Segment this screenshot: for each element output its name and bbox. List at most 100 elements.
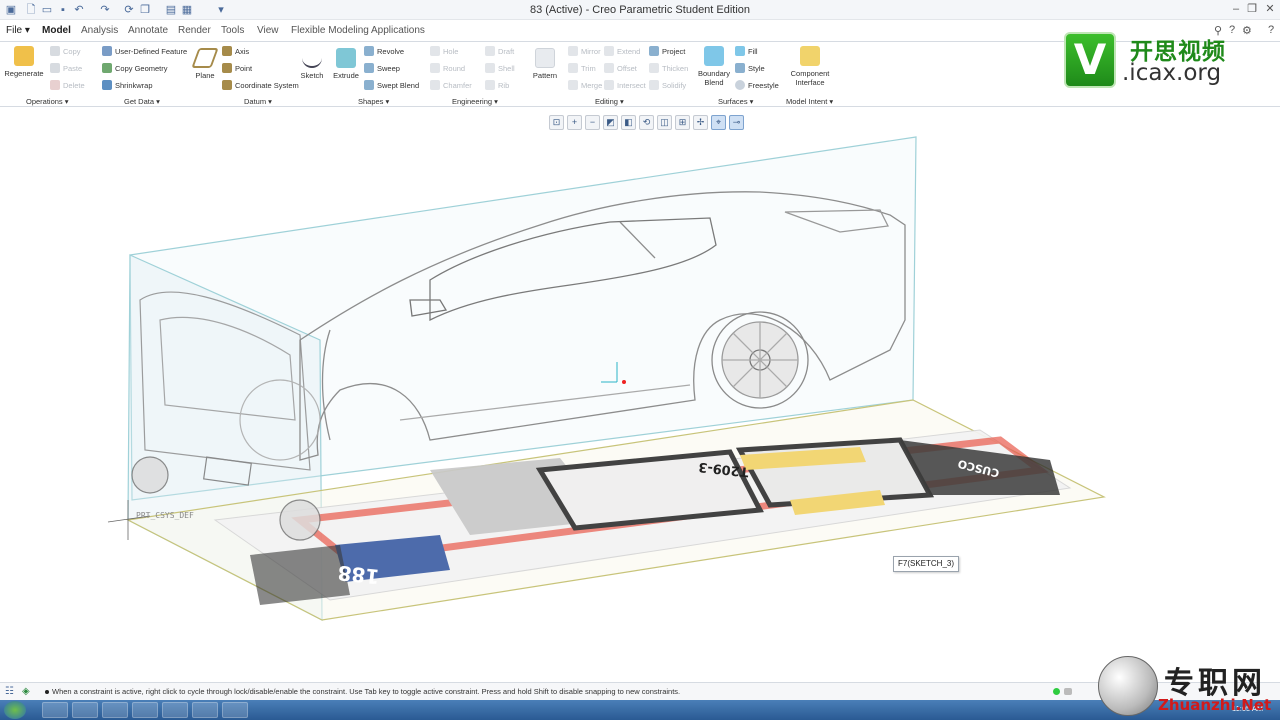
offset-button[interactable]: Offset: [604, 63, 637, 73]
restore-icon[interactable]: ❐: [1244, 2, 1260, 16]
mirror-button[interactable]: Mirror: [568, 46, 601, 56]
solidify-icon: [649, 80, 659, 90]
boundary-blend-icon: [704, 46, 724, 66]
selection-filter-icon[interactable]: [1064, 688, 1072, 695]
taskbar-app-active[interactable]: [222, 702, 248, 718]
datum-display-icon[interactable]: ⊞: [675, 115, 690, 130]
freestyle-button[interactable]: Freestyle: [735, 80, 779, 90]
zoom-in-icon[interactable]: +: [567, 115, 582, 130]
regenerate-icon: [14, 46, 34, 66]
settings-icon[interactable]: ⚙: [1242, 24, 1252, 37]
display-style-icon[interactable]: ◧: [621, 115, 636, 130]
plane-button[interactable]: Plane: [191, 48, 219, 80]
axis-button[interactable]: Axis: [222, 46, 249, 56]
group-surfaces[interactable]: Surfaces ▾: [718, 97, 753, 106]
copy-geometry-button[interactable]: Copy Geometry: [102, 63, 168, 73]
rib-button[interactable]: Rib: [485, 80, 509, 90]
tab-annotate[interactable]: Annotate: [128, 25, 168, 36]
regenerate-label: Regenerate: [4, 69, 44, 78]
revolve-button[interactable]: Revolve: [364, 46, 404, 56]
plane-label: Plane: [195, 71, 215, 80]
sweep-button[interactable]: Sweep: [364, 63, 400, 73]
taskbar-app-notes[interactable]: [102, 702, 128, 718]
graphics-area[interactable]: T209-3 188 CUSCO PRT_CSYS_DEF F7(SKETCH_…: [0, 134, 1280, 678]
group-operations[interactable]: Operations ▾: [26, 97, 69, 106]
repaint-icon[interactable]: ◩: [603, 115, 618, 130]
saved-orientations-icon[interactable]: ⟲: [639, 115, 654, 130]
navigator-toggle-icon[interactable]: ☷: [5, 686, 14, 697]
offset-label: Offset: [617, 63, 637, 73]
taskbar-app-files[interactable]: [192, 702, 218, 718]
taskbar-app-creo[interactable]: [42, 702, 68, 718]
taskbar-app-explorer[interactable]: [72, 702, 98, 718]
style-button[interactable]: Style: [735, 63, 765, 73]
zoom-out-icon[interactable]: −: [585, 115, 600, 130]
group-editing[interactable]: Editing ▾: [595, 97, 624, 106]
tab-render[interactable]: Render: [178, 25, 211, 36]
hole-button[interactable]: Hole: [430, 46, 458, 56]
shell-button[interactable]: Shell: [485, 63, 515, 73]
component-interface-button[interactable]: Component Interface: [788, 46, 832, 87]
taskbar-app-chrome[interactable]: [132, 702, 158, 718]
tab-applications[interactable]: Applications: [371, 25, 425, 36]
round-button[interactable]: Round: [430, 63, 465, 73]
group-datum[interactable]: Datum ▾: [244, 97, 272, 106]
intersect-button[interactable]: Intersect: [604, 80, 646, 90]
tab-file[interactable]: File ▾: [6, 25, 30, 36]
trim-button[interactable]: Trim: [568, 63, 596, 73]
swept-blend-button[interactable]: Swept Blend: [364, 80, 419, 90]
shrinkwrap-button[interactable]: Shrinkwrap: [102, 80, 153, 90]
extrude-button[interactable]: Extrude: [330, 48, 362, 80]
chamfer-icon: [430, 80, 440, 90]
close-icon[interactable]: ✕: [1262, 2, 1278, 16]
point-button[interactable]: Point: [222, 63, 252, 73]
sketch-button[interactable]: Sketch: [298, 48, 326, 80]
taskbar-app-window[interactable]: [162, 702, 188, 718]
boundary-blend-button[interactable]: Boundary Blend: [696, 46, 732, 87]
thicken-button[interactable]: Thicken: [649, 63, 688, 73]
help-circle-icon[interactable]: ?: [1268, 24, 1274, 36]
tab-flexible-modeling[interactable]: Flexible Modeling: [291, 25, 369, 36]
project-button[interactable]: Project: [649, 46, 685, 56]
user-defined-feature-button[interactable]: User-Defined Feature: [102, 46, 187, 56]
udf-label: User-Defined Feature: [115, 46, 188, 56]
axis-icon: [222, 46, 232, 56]
merge-button[interactable]: Merge: [568, 80, 602, 90]
shell-label: Shell: [498, 63, 515, 73]
solidify-label: Solidify: [662, 80, 687, 90]
chamfer-label: Chamfer: [443, 80, 472, 90]
draft-button[interactable]: Draft: [485, 46, 514, 56]
group-model-intent[interactable]: Model Intent ▾: [786, 97, 833, 106]
tab-model[interactable]: Model: [42, 25, 71, 36]
browser-toggle-icon[interactable]: ◈: [22, 686, 30, 697]
pattern-button[interactable]: Pattern: [530, 48, 560, 80]
plane-icon: [191, 48, 219, 68]
group-engineering[interactable]: Engineering ▾: [452, 97, 498, 106]
sweep-label: Sweep: [377, 63, 400, 73]
copy-button[interactable]: Copy: [50, 46, 81, 56]
paste-button[interactable]: Paste: [50, 63, 82, 73]
group-shapes[interactable]: Shapes ▾: [358, 97, 389, 106]
constraint-display-icon[interactable]: ⊸: [729, 115, 744, 130]
spin-center-icon[interactable]: ✢: [693, 115, 708, 130]
group-get-data[interactable]: Get Data ▾: [124, 97, 160, 106]
point-icon: [222, 63, 232, 73]
coordinate-system-button[interactable]: Coordinate System: [222, 80, 299, 90]
trim-label: Trim: [581, 63, 596, 73]
chamfer-button[interactable]: Chamfer: [430, 80, 472, 90]
tab-analysis[interactable]: Analysis: [81, 25, 118, 36]
regenerate-button[interactable]: Regenerate: [4, 46, 44, 78]
sketch-display-icon[interactable]: ⌖: [711, 115, 726, 130]
extend-button[interactable]: Extend: [604, 46, 640, 56]
tab-view[interactable]: View: [257, 25, 279, 36]
solidify-button[interactable]: Solidify: [649, 80, 686, 90]
minimize-icon[interactable]: –: [1228, 2, 1244, 16]
delete-button[interactable]: Delete: [50, 80, 85, 90]
start-button[interactable]: [4, 701, 26, 719]
freestyle-label: Freestyle: [748, 80, 779, 90]
fill-button[interactable]: Fill: [735, 46, 758, 56]
refit-icon[interactable]: ⊡: [549, 115, 564, 130]
view-manager-icon[interactable]: ◫: [657, 115, 672, 130]
model-view[interactable]: T209-3 188 CUSCO PRT_CSYS_DEF: [0, 134, 1280, 678]
tab-tools[interactable]: Tools: [221, 25, 244, 36]
